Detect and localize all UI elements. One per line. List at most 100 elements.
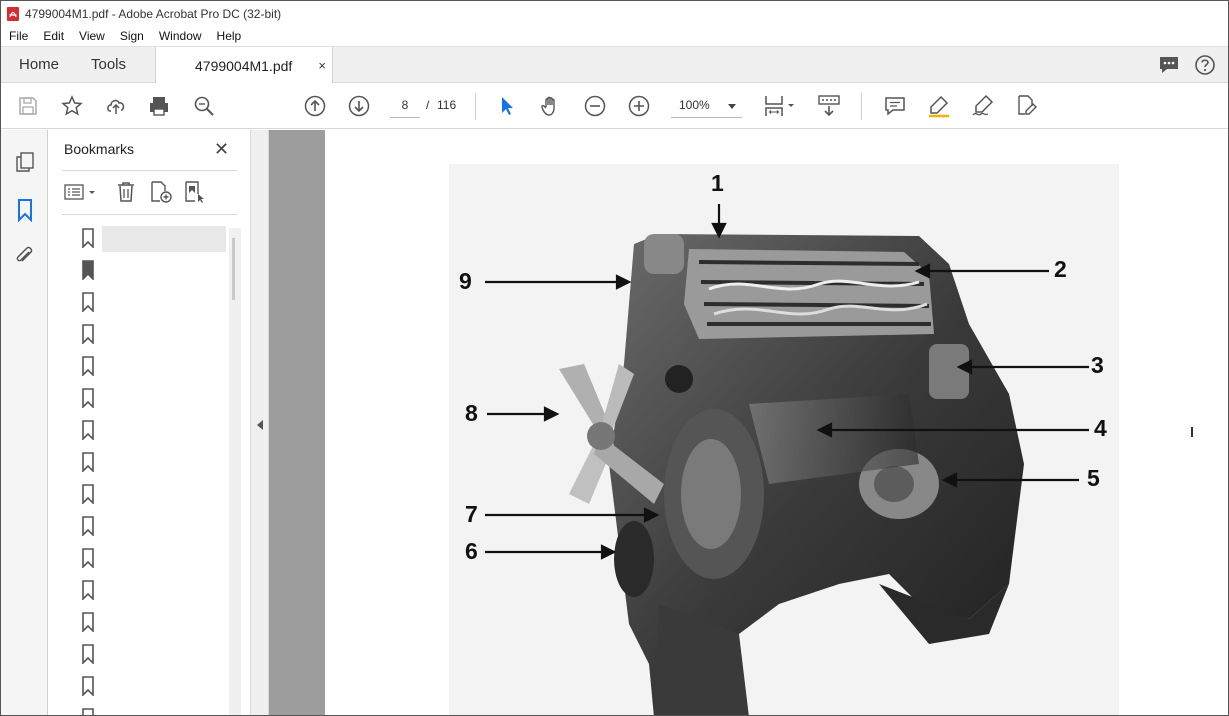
bookmark-item[interactable]	[78, 479, 228, 507]
add-comment-icon[interactable]	[883, 94, 907, 118]
toolbar-divider	[861, 93, 862, 120]
bookmark-item[interactable]	[78, 671, 228, 699]
bookmark-flag-icon	[82, 388, 94, 408]
zoom-out-icon[interactable]	[583, 94, 607, 118]
tab-tools[interactable]: Tools	[91, 47, 126, 83]
callout-8: 8	[465, 400, 478, 426]
close-icon[interactable]: ✕	[214, 140, 229, 158]
bookmark-label	[102, 674, 226, 700]
previous-page-icon[interactable]	[303, 94, 327, 118]
bookmark-item[interactable]	[78, 287, 228, 315]
keyboard-scroll-icon[interactable]	[817, 94, 841, 118]
zoom-search-icon[interactable]	[192, 94, 216, 118]
menu-edit[interactable]: Edit	[43, 29, 64, 43]
next-page-icon[interactable]	[347, 94, 371, 118]
bookmark-flag-icon	[82, 292, 94, 312]
pdf-page: 1 2 3 4 5 6 7 8 9	[325, 130, 1228, 715]
panel-collapse-bar[interactable]	[250, 130, 269, 715]
bookmark-flag-icon	[82, 516, 94, 536]
bookmark-item[interactable]	[78, 543, 228, 571]
comment-bubble-icon[interactable]	[1158, 54, 1180, 76]
menu-view[interactable]: View	[79, 29, 105, 43]
callout-2: 2	[1054, 256, 1067, 282]
highlight-pen-icon[interactable]	[927, 94, 951, 118]
panel-divider	[62, 214, 237, 215]
bookmark-label	[102, 226, 226, 252]
bookmark-label	[102, 514, 226, 540]
menu-help[interactable]: Help	[217, 29, 242, 43]
bookmark-label	[102, 418, 226, 444]
panel-divider	[62, 170, 237, 171]
page-number-input[interactable]: 8	[390, 93, 420, 118]
bookmark-options-menu[interactable]	[64, 180, 98, 204]
hand-tool-icon[interactable]	[539, 94, 563, 118]
bookmark-item[interactable]	[78, 447, 228, 475]
tab-close-icon[interactable]: ×	[318, 58, 326, 73]
bookmark-flag-icon	[82, 324, 94, 344]
draw-freehand-icon[interactable]	[971, 94, 995, 118]
zoom-level-select[interactable]: 100%	[671, 93, 742, 118]
callout-3: 3	[1091, 352, 1104, 378]
page-edge-mark	[1191, 427, 1193, 437]
bookmark-label	[102, 290, 226, 316]
bookmark-item[interactable]	[78, 607, 228, 635]
bookmark-item[interactable]	[78, 511, 228, 539]
page-display-icon[interactable]	[763, 94, 797, 118]
bookmark-item[interactable]	[78, 383, 228, 411]
zoom-level-value: 100%	[679, 98, 710, 112]
bookmark-item[interactable]	[78, 351, 228, 379]
bookmark-label	[102, 258, 226, 284]
bookmark-flag-icon	[82, 260, 94, 280]
collapse-arrow-icon[interactable]	[257, 420, 263, 430]
bookmark-item[interactable]	[78, 415, 228, 443]
bookmark-label	[102, 578, 226, 604]
main-toolbar: 8 / 116 100%	[1, 83, 1228, 129]
select-cursor-icon[interactable]	[495, 94, 519, 118]
save-icon[interactable]	[16, 94, 40, 118]
bookmark-item[interactable]	[78, 703, 228, 715]
bookmark-label	[102, 642, 226, 668]
bookmarks-title: Bookmarks	[64, 141, 135, 157]
bookmark-flag-icon	[82, 580, 94, 600]
menu-window[interactable]: Window	[159, 29, 202, 43]
delete-bookmark-icon[interactable]	[116, 180, 136, 204]
bookmark-item[interactable]	[78, 575, 228, 603]
bookmark-flag-icon	[82, 548, 94, 568]
bookmark-properties-icon[interactable]	[183, 180, 207, 204]
zoom-in-icon[interactable]	[627, 94, 651, 118]
bookmark-flag-icon	[82, 356, 94, 376]
acrobat-logo-icon	[7, 6, 19, 21]
bookmarks-scrollbar-track[interactable]	[229, 228, 241, 715]
tab-document[interactable]: 4799004M1.pdf ×	[155, 47, 333, 84]
toolbar-divider	[475, 93, 476, 120]
bookmark-label	[102, 482, 226, 508]
bookmark-flag-icon	[82, 420, 94, 440]
tab-home[interactable]: Home	[19, 47, 59, 83]
bookmark-item[interactable]	[78, 223, 228, 252]
page-total: 116	[437, 98, 457, 112]
bookmark-label	[102, 450, 226, 476]
fill-sign-icon[interactable]	[1014, 94, 1038, 118]
bookmark-flag-icon	[82, 676, 94, 696]
page-thumbnails-icon[interactable]	[13, 150, 37, 174]
callout-7: 7	[465, 501, 478, 527]
new-bookmark-icon[interactable]	[149, 180, 173, 204]
print-icon[interactable]	[147, 94, 171, 118]
bookmarks-scrollbar-thumb[interactable]	[232, 238, 235, 300]
bookmark-panel-icon[interactable]	[13, 198, 37, 222]
bookmark-item[interactable]	[78, 255, 228, 283]
title-bar: 4799004M1.pdf - Adobe Acrobat Pro DC (32…	[1, 1, 1228, 26]
navigation-rail	[1, 130, 48, 715]
menu-sign[interactable]: Sign	[120, 29, 144, 43]
upload-cloud-icon[interactable]	[104, 94, 128, 118]
bookmark-item[interactable]	[78, 639, 228, 667]
attachment-paperclip-icon[interactable]	[13, 244, 37, 268]
star-icon[interactable]	[60, 94, 84, 118]
document-canvas[interactable]: 1 2 3 4 5 6 7 8 9	[269, 130, 1228, 715]
bookmark-label	[102, 706, 226, 715]
bookmark-flag-icon	[82, 452, 94, 472]
page-separator: /	[426, 98, 430, 112]
menu-file[interactable]: File	[9, 29, 28, 43]
help-icon[interactable]	[1194, 54, 1216, 76]
bookmark-item[interactable]	[78, 319, 228, 347]
